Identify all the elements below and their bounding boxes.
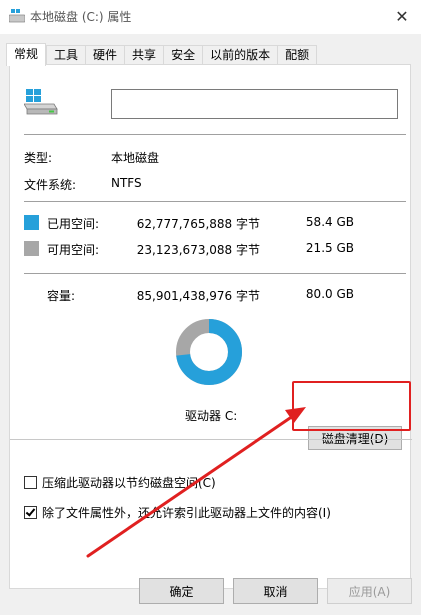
file-system-value: NTFS bbox=[111, 176, 142, 190]
capacity-size: 80.0 GB bbox=[305, 287, 354, 301]
checkmark-icon bbox=[25, 506, 36, 517]
drive-icon bbox=[9, 9, 25, 23]
divider bbox=[24, 134, 406, 135]
title-bar: 本地磁盘 (C:) 属性 ✕ bbox=[0, 0, 421, 34]
type-value: 本地磁盘 bbox=[111, 151, 160, 165]
divider bbox=[24, 201, 406, 202]
tab-general[interactable]: 常规 bbox=[6, 43, 47, 66]
close-button[interactable]: ✕ bbox=[391, 5, 413, 27]
free-space-swatch bbox=[24, 241, 39, 256]
tab-tools[interactable]: 工具 bbox=[46, 45, 86, 65]
window-title: 本地磁盘 (C:) 属性 bbox=[30, 10, 132, 24]
index-label: 除了文件属性外，还允许索引此驱动器上文件的内容(I) bbox=[42, 506, 331, 520]
index-checkbox[interactable] bbox=[24, 506, 37, 519]
general-panel: 类型: 本地磁盘 文件系统: NTFS 已用空间: 62,777,765,888… bbox=[9, 64, 412, 589]
cancel-button[interactable]: 取消 bbox=[233, 578, 318, 604]
used-space-size: 58.4 GB bbox=[305, 215, 354, 229]
capacity-bytes: 85,901,438,976 字节 bbox=[136, 289, 260, 303]
window-body: 常规 工具 硬件 共享 安全 以前的版本 配额 类型: 本地磁盘 文件系统: N… bbox=[0, 34, 421, 615]
disk-usage-donut bbox=[176, 319, 242, 385]
free-space-label: 可用空间: bbox=[47, 243, 100, 257]
drive-name-input[interactable] bbox=[111, 89, 398, 119]
drive-letter-label: 驱动器 C: bbox=[185, 409, 238, 423]
tab-strip: 常规 工具 硬件 共享 安全 以前的版本 配额 bbox=[6, 43, 318, 66]
free-space-size: 21.5 GB bbox=[305, 241, 354, 255]
free-space-bytes: 23,123,673,088 字节 bbox=[136, 243, 260, 257]
apply-button[interactable]: 应用(A) bbox=[327, 578, 412, 604]
tab-sharing[interactable]: 共享 bbox=[124, 45, 164, 65]
used-space-bytes: 62,777,765,888 字节 bbox=[136, 217, 260, 231]
tab-security[interactable]: 安全 bbox=[163, 45, 203, 65]
compress-checkbox[interactable] bbox=[24, 476, 37, 489]
ok-button[interactable]: 确定 bbox=[139, 578, 224, 604]
tab-quota[interactable]: 配额 bbox=[277, 45, 318, 65]
used-space-swatch bbox=[24, 215, 39, 230]
divider bbox=[24, 273, 406, 274]
file-system-label: 文件系统: bbox=[24, 178, 77, 192]
tab-previous-versions[interactable]: 以前的版本 bbox=[202, 45, 278, 65]
close-icon: ✕ bbox=[395, 6, 409, 26]
local-disk-icon bbox=[24, 89, 58, 115]
disk-cleanup-button[interactable]: 磁盘清理(D) bbox=[308, 426, 402, 450]
compress-label: 压缩此驱动器以节约磁盘空间(C) bbox=[42, 476, 216, 490]
used-space-label: 已用空间: bbox=[47, 217, 100, 231]
type-label: 类型: bbox=[24, 151, 53, 165]
tab-hardware[interactable]: 硬件 bbox=[85, 45, 125, 65]
divider bbox=[10, 439, 412, 440]
capacity-label: 容量: bbox=[47, 289, 76, 303]
